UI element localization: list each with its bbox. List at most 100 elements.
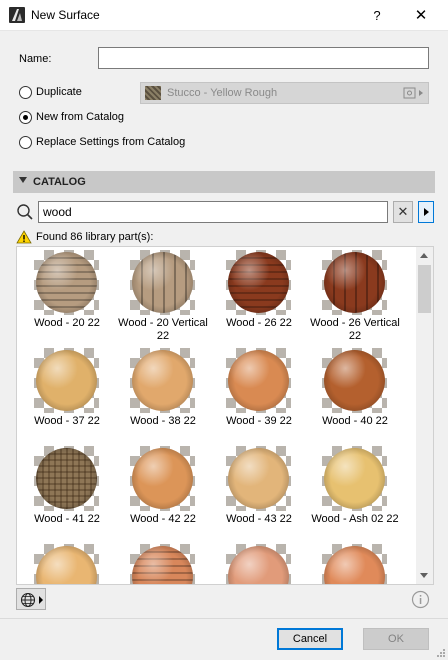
library-part-item[interactable]: Wood - 20 22 bbox=[19, 247, 115, 343]
surface-preview-sphere bbox=[228, 350, 289, 411]
clear-search-button[interactable]: ✕ bbox=[393, 201, 413, 223]
info-icon[interactable] bbox=[411, 590, 430, 609]
surface-thumbnail bbox=[34, 250, 99, 315]
library-part-item[interactable]: Wood - 40 22 bbox=[307, 345, 403, 441]
catalog-search-input[interactable] bbox=[38, 201, 388, 223]
surface-thumbnail bbox=[130, 544, 195, 584]
globe-icon bbox=[20, 592, 36, 608]
surface-thumbnail bbox=[322, 348, 387, 413]
library-part-item[interactable]: Wood - 38 22 bbox=[115, 345, 211, 441]
library-part-label: Wood - 39 22 bbox=[226, 415, 292, 427]
library-part-label: Wood - 37 22 bbox=[34, 415, 100, 427]
cancel-button[interactable]: Cancel bbox=[277, 628, 343, 650]
library-part-item[interactable]: Wood - 42 22 bbox=[115, 443, 211, 539]
surface-preview-sphere bbox=[132, 546, 193, 584]
surface-thumbnail bbox=[130, 250, 195, 315]
surface-preview-sphere bbox=[36, 350, 97, 411]
radio-replace-settings[interactable]: Replace Settings from Catalog bbox=[19, 133, 185, 151]
surface-thumbnail bbox=[130, 348, 195, 413]
library-part-label: Wood - Ash 02 22 bbox=[311, 513, 399, 525]
library-part-label: Wood - 26 Vertical 22 bbox=[310, 317, 400, 342]
title-bar: New Surface ? ✕ bbox=[0, 0, 448, 31]
library-part-item[interactable]: Wood - 26 Vertical 22 bbox=[307, 247, 403, 343]
dropdown-arrow-icon bbox=[39, 596, 43, 604]
search-icon bbox=[17, 204, 33, 220]
radio-button[interactable] bbox=[19, 85, 32, 99]
library-part-label: Wood - 40 22 bbox=[322, 415, 388, 427]
window-title: New Surface bbox=[31, 8, 100, 22]
picture-dropdown-icon bbox=[403, 86, 425, 100]
surface-thumbnail bbox=[322, 446, 387, 511]
surface-preview-sphere bbox=[132, 252, 193, 313]
surface-thumbnail bbox=[322, 544, 387, 584]
surface-thumbnail bbox=[34, 446, 99, 511]
catalog-section-header[interactable]: CATALOG bbox=[13, 171, 435, 193]
grid-scrollbar[interactable] bbox=[416, 247, 433, 584]
globe-menu-button[interactable] bbox=[16, 588, 46, 610]
library-part-label: Wood - 20 22 bbox=[34, 317, 100, 329]
scroll-down-icon[interactable] bbox=[416, 567, 433, 584]
surface-preview-sphere bbox=[324, 448, 385, 509]
library-part-label: Wood - 38 22 bbox=[130, 415, 196, 427]
duplicate-surface-select[interactable]: Stucco - Yellow Rough bbox=[140, 82, 429, 104]
surface-thumbnail bbox=[34, 544, 99, 584]
name-field[interactable] bbox=[98, 47, 429, 69]
surface-thumbnail bbox=[130, 446, 195, 511]
surface-thumbnail bbox=[226, 544, 291, 584]
help-button[interactable]: ? bbox=[362, 4, 392, 28]
surface-preview-sphere bbox=[324, 252, 385, 313]
resize-grip-icon[interactable] bbox=[436, 648, 446, 658]
library-part-label: Wood - 41 22 bbox=[34, 513, 100, 525]
radio-button[interactable] bbox=[19, 110, 32, 124]
radio-new-from-catalog[interactable]: New from Catalog bbox=[19, 108, 124, 126]
radio-button[interactable] bbox=[19, 135, 32, 149]
library-part-item[interactable] bbox=[115, 541, 211, 584]
radio-label: Duplicate bbox=[36, 86, 82, 98]
expand-panel-button[interactable] bbox=[418, 201, 434, 223]
library-part-item[interactable]: Wood - 37 22 bbox=[19, 345, 115, 441]
surface-thumbnail bbox=[322, 250, 387, 315]
surface-preview-sphere bbox=[36, 448, 97, 509]
surface-preview-sphere bbox=[228, 448, 289, 509]
radio-label: New from Catalog bbox=[36, 111, 125, 123]
library-part-label: Wood - 43 22 bbox=[226, 513, 292, 525]
surface-preview-sphere bbox=[36, 252, 97, 313]
scroll-up-icon[interactable] bbox=[416, 247, 433, 264]
surface-preview-sphere bbox=[132, 350, 193, 411]
library-part-item[interactable] bbox=[19, 541, 115, 584]
surface-preview-sphere bbox=[324, 546, 385, 584]
library-part-label: Wood - 20 Vertical 22 bbox=[118, 317, 208, 342]
library-part-item[interactable]: Wood - Ash 02 22 bbox=[307, 443, 403, 539]
footer-divider bbox=[0, 618, 448, 619]
library-part-item[interactable]: Wood - 43 22 bbox=[211, 443, 307, 539]
surface-thumbnail bbox=[226, 446, 291, 511]
close-button[interactable]: ✕ bbox=[406, 4, 436, 28]
library-part-item[interactable]: Wood - 20 Vertical 22 bbox=[115, 247, 211, 343]
found-count-text: Found 86 library part(s): bbox=[36, 231, 154, 243]
scroll-thumb[interactable] bbox=[418, 265, 431, 313]
library-part-label: Wood - 42 22 bbox=[130, 513, 196, 525]
library-part-item[interactable]: Wood - 26 22 bbox=[211, 247, 307, 343]
search-result-status: Found 86 library part(s): bbox=[16, 229, 153, 245]
warning-icon bbox=[16, 230, 32, 244]
library-parts-grid[interactable]: Wood - 20 22 Wood - 20 Vertical 22 Wood - … bbox=[16, 246, 434, 585]
library-part-label: Wood - 26 22 bbox=[226, 317, 292, 329]
radio-label: Replace Settings from Catalog bbox=[36, 136, 186, 148]
radio-duplicate[interactable]: Duplicate bbox=[19, 83, 82, 101]
library-part-item[interactable] bbox=[211, 541, 307, 584]
library-part-item[interactable]: Wood - 41 22 bbox=[19, 443, 115, 539]
app-icon bbox=[9, 7, 25, 23]
name-label: Name: bbox=[19, 53, 52, 65]
surface-thumbnail bbox=[34, 348, 99, 413]
surface-preview-sphere bbox=[228, 252, 289, 313]
surface-preview-sphere bbox=[324, 350, 385, 411]
surface-preview-sphere bbox=[228, 546, 289, 584]
library-part-item[interactable] bbox=[307, 541, 403, 584]
ok-button[interactable]: OK bbox=[363, 628, 429, 650]
surface-swatch-icon bbox=[145, 86, 161, 100]
collapse-caret-icon bbox=[19, 177, 27, 183]
surface-thumbnail bbox=[226, 348, 291, 413]
surface-preview-sphere bbox=[36, 546, 97, 584]
surface-preview-sphere bbox=[132, 448, 193, 509]
library-part-item[interactable]: Wood - 39 22 bbox=[211, 345, 307, 441]
